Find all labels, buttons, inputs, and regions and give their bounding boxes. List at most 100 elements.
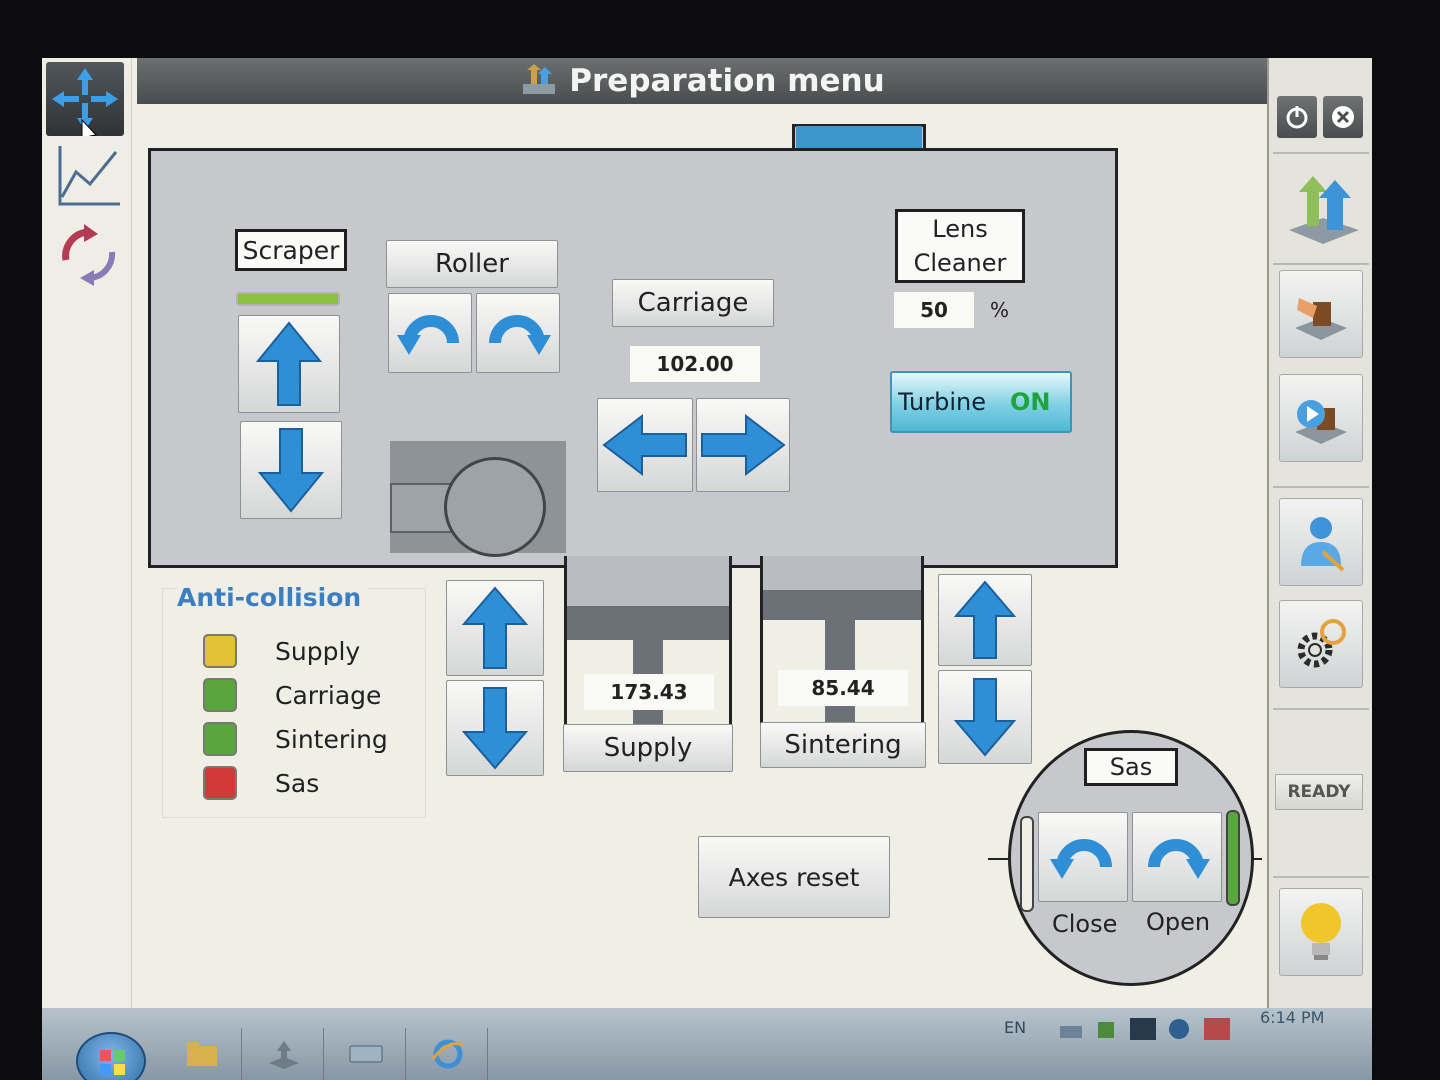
- roller-rotate-right-button[interactable]: [476, 293, 560, 373]
- settings-button[interactable]: [1279, 600, 1363, 688]
- keyboard-icon: [349, 1045, 382, 1063]
- turbine-label: Turbine: [898, 388, 986, 416]
- panel-divider: [1273, 486, 1369, 488]
- scraper-down-button[interactable]: [240, 421, 342, 519]
- taskbar-app-browser[interactable]: [408, 1028, 488, 1080]
- turbine-toggle-button[interactable]: Turbine ON: [890, 371, 1072, 433]
- turbine-state: ON: [1009, 388, 1051, 416]
- left-navigation-rail: [42, 58, 132, 1008]
- supply-label: Supply: [563, 724, 733, 772]
- browser-icon: [431, 1039, 464, 1069]
- sas-open-button[interactable]: [1132, 812, 1222, 902]
- lens-cleaner-value: 50: [894, 292, 974, 328]
- carriage-position-value: 102.00: [630, 346, 760, 382]
- taskbar-app-keyboard[interactable]: [326, 1028, 406, 1080]
- supply-collision-led: [203, 634, 237, 668]
- taskbar-app-explorer[interactable]: [162, 1028, 242, 1080]
- arrow-down-icon: [462, 687, 528, 770]
- load-job-button[interactable]: [1279, 270, 1363, 358]
- arrow-left-icon: [602, 414, 687, 476]
- windows-logo-icon: [100, 1050, 125, 1075]
- windows-taskbar: EN 6:14 PM: [42, 1008, 1372, 1080]
- scraper-up-button[interactable]: [238, 315, 340, 413]
- carriage-label: Carriage: [612, 279, 774, 327]
- arrow-down-icon: [258, 428, 324, 513]
- sas-right-indicator: [1226, 810, 1240, 906]
- tray-app-icon[interactable]: [1092, 1018, 1122, 1042]
- rotate-ccw-icon: [397, 315, 459, 355]
- taskbar-app-hmi[interactable]: [244, 1028, 324, 1080]
- tray-status-icon[interactable]: [1164, 1016, 1194, 1042]
- supply-down-button[interactable]: [446, 680, 544, 776]
- refresh-icon[interactable]: [54, 220, 124, 290]
- user-button[interactable]: [1279, 498, 1363, 586]
- arrow-up-icon: [462, 586, 528, 669]
- chart-icon[interactable]: [54, 142, 124, 210]
- move-axes-button[interactable]: [46, 62, 124, 147]
- carriage-right-button[interactable]: [696, 398, 790, 492]
- preparation-menu-icon: [523, 64, 556, 94]
- folder-icon: [186, 1042, 217, 1066]
- anti-collision-panel: Anti-collision Supply Carriage Sintering…: [162, 583, 426, 818]
- list-item: Sintering: [203, 717, 423, 761]
- user-icon: [1301, 517, 1345, 572]
- roller-diagram: [390, 441, 566, 557]
- rotate-cw-icon: [1148, 839, 1210, 879]
- sintering-collision-led: [203, 722, 237, 756]
- scraper-indicator: [236, 292, 340, 306]
- carriage-collision-led: [203, 678, 237, 712]
- arrow-right-icon: [701, 414, 786, 476]
- sintering-up-button[interactable]: [938, 574, 1032, 666]
- roller-rotate-left-button[interactable]: [388, 293, 472, 373]
- sas-close-button[interactable]: [1038, 812, 1128, 902]
- roller-label: Roller: [386, 240, 558, 288]
- sintering-down-button[interactable]: [938, 670, 1032, 764]
- tips-button[interactable]: [1279, 888, 1363, 976]
- optics-window: [796, 126, 922, 150]
- job-box-icon: [1295, 298, 1347, 340]
- anti-collision-title: Anti-collision: [177, 583, 368, 612]
- clock[interactable]: 6:14 PM: [1260, 1008, 1324, 1027]
- sas-close-label: Close: [1052, 910, 1118, 938]
- panel-divider: [1273, 708, 1369, 710]
- sintering-label: Sintering: [760, 722, 926, 768]
- axes-reset-button[interactable]: Axes reset: [698, 836, 890, 918]
- hmi-screen: Preparation menu READY Scraper Roller Ca…: [42, 58, 1372, 1080]
- machine-app-icon: [268, 1041, 299, 1069]
- page-title: Preparation menu: [569, 63, 885, 99]
- lightbulb-icon: [1301, 903, 1341, 960]
- supply-up-button[interactable]: [446, 580, 544, 676]
- gear-icon: [1297, 619, 1346, 668]
- tray-monitor-icon[interactable]: [1202, 1016, 1232, 1042]
- sas-left-indicator: [1020, 816, 1034, 912]
- rotate-ccw-icon: [1050, 839, 1112, 879]
- network-icon[interactable]: [1056, 1018, 1086, 1042]
- rotate-cw-icon: [489, 315, 551, 355]
- sas-open-label: Open: [1146, 908, 1211, 936]
- elo-touch-icon[interactable]: [1128, 1016, 1158, 1042]
- list-item: Carriage: [203, 673, 423, 717]
- panel-divider: [1273, 152, 1369, 154]
- start-job-button[interactable]: [1279, 374, 1363, 462]
- arrow-up-icon: [954, 580, 1016, 659]
- preparation-nav-icon[interactable]: [1281, 170, 1365, 250]
- sas-label: Sas: [1084, 748, 1178, 786]
- language-indicator[interactable]: EN: [1004, 1018, 1026, 1037]
- anti-collision-list: Supply Carriage Sintering Sas: [203, 629, 423, 805]
- arrow-down-icon: [954, 678, 1016, 757]
- play-job-icon: [1295, 400, 1347, 444]
- move-cross-icon: [52, 68, 118, 147]
- start-button[interactable]: [76, 1032, 146, 1080]
- title-bar: Preparation menu: [137, 58, 1267, 104]
- panel-divider: [1273, 876, 1369, 878]
- right-side-panel: READY: [1267, 58, 1372, 1008]
- panel-divider: [1273, 263, 1369, 265]
- power-button[interactable]: [1277, 96, 1317, 138]
- arrow-up-icon: [256, 321, 322, 406]
- close-app-button[interactable]: [1323, 96, 1363, 138]
- sintering-position-value: 85.44: [778, 670, 908, 706]
- list-item: Sas: [203, 761, 423, 805]
- status-badge: READY: [1275, 774, 1363, 810]
- carriage-left-button[interactable]: [597, 398, 693, 492]
- lens-cleaner-label: Lens Cleaner: [895, 209, 1025, 283]
